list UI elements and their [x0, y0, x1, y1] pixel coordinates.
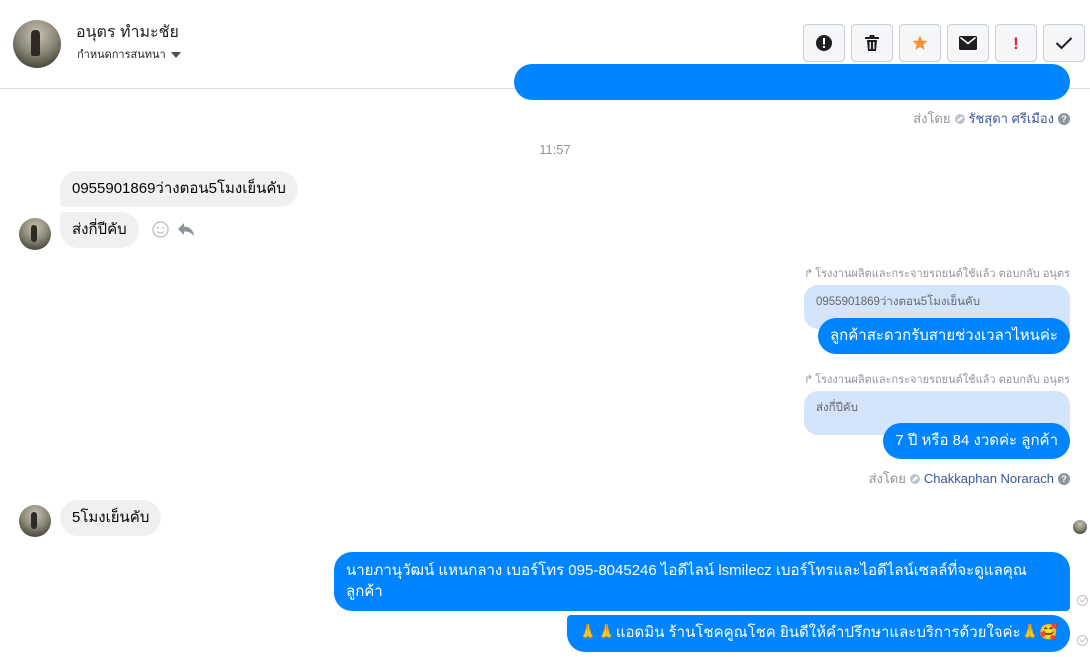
contact-name[interactable]: อนุตร ทำมะชัย — [76, 20, 179, 45]
reply-note: ↱ โรงงานผลิตและกระจายรถยนต์ใช้แล้ว ตอบกล… — [804, 264, 1070, 282]
reply-note: ↱ โรงงานผลิตและกระจายรถยนต์ใช้แล้ว ตอบกล… — [804, 370, 1070, 388]
mark-important-button[interactable]: ! — [995, 24, 1037, 62]
header-actions: ! — [803, 24, 1085, 62]
contact-avatar[interactable] — [13, 20, 61, 68]
contact-avatar-small[interactable] — [19, 505, 51, 537]
message-bubble-incoming[interactable]: 0955901869ว่างตอน5โมงเย็นคับ — [60, 171, 298, 207]
delivered-check-icon — [1077, 635, 1088, 646]
star-button[interactable] — [899, 24, 941, 62]
delete-button[interactable] — [851, 24, 893, 62]
message-thread: ส่งโดย รัชสุดา ศรีเมือง ? 11:57 09559018… — [0, 64, 1090, 657]
message-bubble-outgoing[interactable]: 🙏🙏แอดมิน ร้านโชคคูณโชค ยินดีให้คำปรึกษาแ… — [566, 615, 1070, 652]
sender-name[interactable]: Chakkaphan Norarach — [924, 471, 1054, 486]
mail-icon — [959, 36, 977, 50]
exclamation-icon: ! — [1013, 33, 1019, 53]
seen-avatar-icon — [1073, 520, 1087, 534]
message-bubble-incoming[interactable]: ส่งกี่ปีคับ — [60, 212, 139, 248]
reply-note-text: โรงงานผลิตและกระจายรถยนต์ใช้แล้ว ตอบกลับ… — [815, 268, 1070, 280]
message-bubble-outgoing[interactable]: 7 ปี หรือ 84 งวดค่ะ ลูกค้า — [883, 423, 1070, 459]
alert-circle-icon — [816, 35, 832, 51]
verified-icon — [909, 473, 920, 484]
trash-icon — [865, 35, 879, 51]
mark-unread-button[interactable] — [947, 24, 989, 62]
check-icon — [1055, 37, 1073, 50]
contact-avatar-small[interactable] — [19, 218, 51, 250]
reply-icon[interactable] — [177, 222, 195, 237]
verified-icon — [954, 113, 965, 124]
timestamp: 11:57 — [539, 142, 571, 157]
delivered-check-icon — [1077, 595, 1088, 606]
message-bubble-outgoing[interactable]: ลูกค้าสะดวกรับสายช่วงเวลาไหนค่ะ — [817, 318, 1070, 354]
forward-arrow-icon: ↱ — [803, 373, 814, 386]
star-icon — [912, 35, 928, 50]
sender-name[interactable]: รัชสุดา ศรีเมือง — [969, 108, 1055, 129]
message-tools — [152, 221, 195, 238]
sent-by-prefix: ส่งโดย — [868, 471, 906, 486]
caret-down-icon — [170, 51, 181, 58]
help-icon[interactable]: ? — [1058, 472, 1070, 485]
sent-by-label: ส่งโดย Chakkaphan Norarach ? — [869, 468, 1070, 489]
report-button[interactable] — [803, 24, 845, 62]
sent-by-label: ส่งโดย รัชสุดา ศรีเมือง ? — [913, 108, 1070, 129]
help-icon[interactable]: ? — [1058, 112, 1070, 125]
smiley-icon[interactable] — [152, 221, 169, 238]
message-bubble-outgoing-partial[interactable] — [514, 64, 1070, 100]
message-bubble-outgoing[interactable]: นายภานุวัฒน์ แหนกลาง เบอร์โทร 095-804524… — [334, 552, 1070, 611]
sent-by-prefix: ส่งโดย — [913, 111, 951, 126]
message-bubble-incoming[interactable]: 5โมงเย็นคับ — [60, 500, 162, 536]
mark-done-button[interactable] — [1043, 24, 1085, 62]
assign-conversation-dropdown[interactable]: กำหนดการสนทนา — [77, 45, 181, 63]
forward-arrow-icon: ↱ — [803, 267, 814, 280]
assign-conversation-label: กำหนดการสนทนา — [77, 49, 166, 61]
reply-note-text: โรงงานผลิตและกระจายรถยนต์ใช้แล้ว ตอบกลับ… — [815, 374, 1070, 386]
